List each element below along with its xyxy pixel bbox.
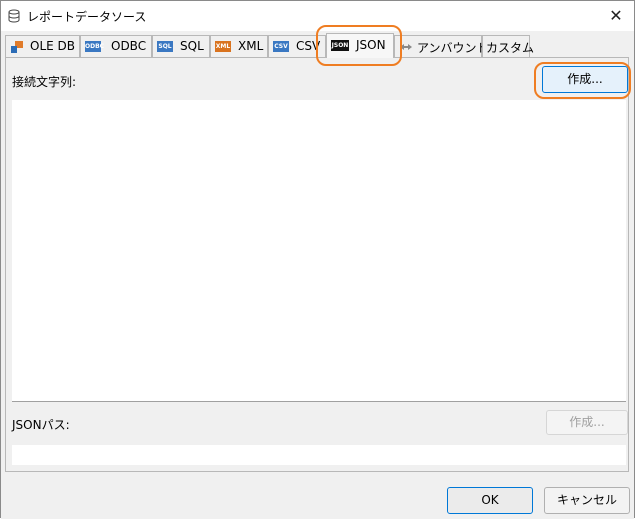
json-icon: JSON xyxy=(331,40,349,51)
dialog-title: レポートデータソース xyxy=(27,10,147,24)
tab-xml[interactable]: XML XML xyxy=(210,35,268,57)
dialog-footer xyxy=(1,473,634,519)
tab-sql[interactable]: SQL SQL xyxy=(152,35,210,57)
database-icon xyxy=(8,9,20,23)
connection-string-textarea[interactable] xyxy=(12,100,626,402)
unbound-icon xyxy=(400,44,412,50)
tab-label: カスタム xyxy=(486,41,535,55)
connection-create-button[interactable]: 作成... xyxy=(542,66,628,93)
sql-icon: SQL xyxy=(157,41,173,52)
tab-csv[interactable]: CSV CSV xyxy=(268,35,326,57)
tab-json[interactable]: JSON JSON xyxy=(326,33,394,58)
tab-odbc[interactable]: ODBC ODBC xyxy=(80,35,152,57)
tab-label: JSON xyxy=(356,38,386,52)
tab-unbound[interactable]: アンバウンド xyxy=(394,35,489,57)
close-button[interactable]: ✕ xyxy=(604,5,628,27)
xml-icon: XML xyxy=(215,41,231,52)
json-tab-panel: 接続文字列: 作成... JSONパス: 作成... xyxy=(5,58,629,472)
cancel-button[interactable]: キャンセル xyxy=(544,487,630,514)
oledb-icon xyxy=(11,41,23,53)
json-path-label: JSONパス: xyxy=(12,418,70,432)
close-icon: ✕ xyxy=(609,6,623,25)
tab-label: ODBC xyxy=(111,39,147,53)
tab-oledb[interactable]: OLE DB xyxy=(5,35,80,57)
report-datasource-dialog: レポートデータソース ✕ OLE DB ODBC ODBC SQL SQL XM… xyxy=(0,0,635,519)
tab-label: OLE DB xyxy=(30,39,75,53)
title-bar: レポートデータソース ✕ xyxy=(1,1,634,31)
tab-label: XML xyxy=(238,39,264,53)
odbc-icon: ODBC xyxy=(85,41,105,52)
json-path-create-button[interactable]: 作成... xyxy=(546,410,628,435)
tab-label: CSV xyxy=(296,39,321,53)
csv-icon: CSV xyxy=(273,41,289,52)
tab-strip: OLE DB ODBC ODBC SQL SQL XML XML CSV CSV… xyxy=(5,33,625,58)
ok-button[interactable]: OK xyxy=(447,487,533,514)
tab-custom[interactable]: カスタム xyxy=(482,35,534,57)
json-path-input[interactable] xyxy=(12,445,626,465)
connection-string-label: 接続文字列: xyxy=(12,75,77,89)
tab-label: アンバウンド xyxy=(417,41,489,55)
tab-label: SQL xyxy=(180,39,204,53)
